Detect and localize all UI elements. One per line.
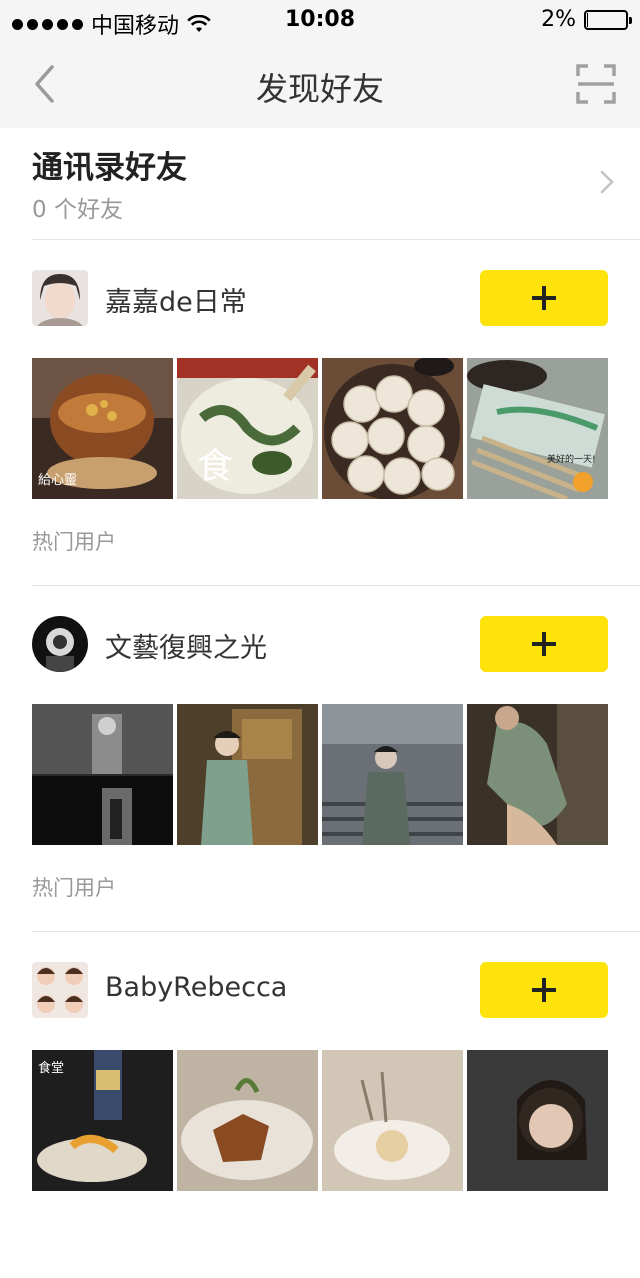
photo-thumbnail[interactable] <box>467 1050 608 1191</box>
avatar[interactable] <box>32 270 88 326</box>
scan-icon <box>576 64 616 104</box>
scan-button[interactable] <box>574 62 618 106</box>
svg-text:美好的一天!: 美好的一天! <box>547 453 596 465</box>
add-friend-button[interactable] <box>480 616 608 672</box>
page-title: 发现好友 <box>255 70 384 108</box>
user-card: BabyRebecca 食堂 <box>32 932 640 1278</box>
svg-text:食: 食 <box>197 446 233 487</box>
username[interactable]: 文藝復興之光 <box>105 626 267 665</box>
popular-user-tag: 热门用户 <box>32 876 116 900</box>
plus-icon <box>532 978 556 1002</box>
photo-thumbnail[interactable]: 美好的一天! <box>467 358 608 499</box>
chevron-right-icon <box>600 170 614 194</box>
add-friend-button[interactable] <box>480 962 608 1018</box>
photo-thumbnail[interactable]: 給心靈 <box>32 358 173 499</box>
plus-icon <box>532 632 556 656</box>
battery-icon <box>584 9 632 30</box>
photo-thumbnail[interactable] <box>467 704 608 845</box>
plus-icon <box>532 286 556 310</box>
contacts-title: 通讯录好友 <box>32 150 187 186</box>
navigation-bar: 发现好友 <box>0 40 640 128</box>
photo-thumbnail[interactable]: 食堂 <box>32 1050 173 1191</box>
photo-thumbnail[interactable] <box>177 1050 318 1191</box>
carrier-label: 中国移动 <box>91 14 180 39</box>
status-right: 2% <box>541 7 632 32</box>
photo-thumbnail[interactable] <box>32 704 173 845</box>
photo-thumbnail[interactable] <box>322 704 463 845</box>
contacts-count: 0 个好友 <box>32 197 123 223</box>
username[interactable]: 嘉嘉de日常 <box>105 280 247 319</box>
back-button[interactable] <box>22 62 66 106</box>
status-bar: 中国移动 10:08 2% <box>0 0 640 40</box>
username[interactable]: BabyRebecca <box>105 972 287 1003</box>
avatar[interactable] <box>32 616 88 672</box>
signal-dots-icon <box>12 18 83 30</box>
svg-text:給心靈: 給心靈 <box>38 473 77 488</box>
photo-grid: 給心靈 食 美好的一天! <box>32 358 608 499</box>
add-friend-button[interactable] <box>480 270 608 326</box>
svg-text:食堂: 食堂 <box>38 1060 64 1076</box>
contacts-friends-row[interactable]: 通讯录好友 0 个好友 <box>32 128 640 240</box>
user-card: 嘉嘉de日常 給心靈 食 美好的一天! 热门用户 <box>32 240 640 586</box>
photo-thumbnail[interactable] <box>322 1050 463 1191</box>
chevron-left-icon <box>35 65 54 103</box>
status-left: 中国移动 <box>12 8 211 40</box>
user-card: 文藝復興之光 热门用户 <box>32 586 640 932</box>
photo-thumbnail[interactable] <box>177 704 318 845</box>
photo-grid: 食堂 <box>32 1050 608 1191</box>
battery-percent: 2% <box>541 7 576 32</box>
photo-thumbnail[interactable] <box>322 358 463 499</box>
avatar[interactable] <box>32 962 88 1018</box>
photo-grid <box>32 704 608 845</box>
battery-level <box>587 12 588 27</box>
popular-user-tag: 热门用户 <box>32 530 116 554</box>
photo-thumbnail[interactable]: 食 <box>177 358 318 499</box>
wifi-icon <box>187 15 211 32</box>
